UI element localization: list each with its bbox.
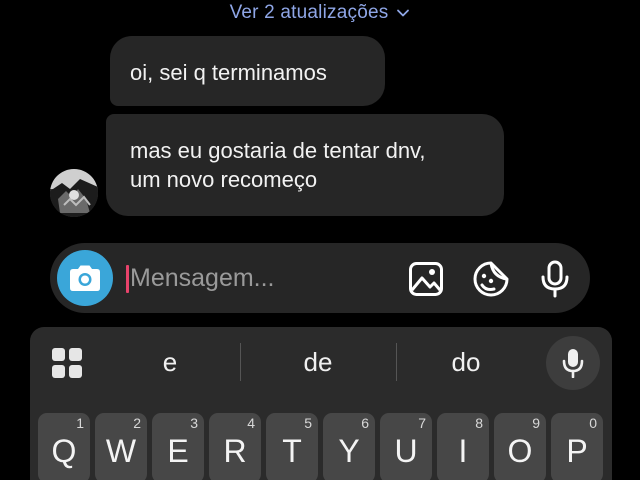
key-o[interactable]: 9 O [494, 413, 546, 480]
message-input[interactable] [130, 261, 430, 295]
key-letter: O [507, 433, 533, 469]
text-cursor [126, 265, 129, 293]
key-p[interactable]: 0 P [551, 413, 603, 480]
key-t[interactable]: 5 T [266, 413, 318, 480]
key-w[interactable]: 2 W [95, 413, 147, 480]
on-screen-keyboard: e de do 1 Q 2 W 3 E 4 R 5 T 6 Y 7 U 8 I … [30, 327, 612, 480]
key-letter: W [105, 433, 137, 469]
suggestion-word[interactable]: e [130, 343, 210, 381]
key-number: 5 [304, 415, 312, 431]
avatar-image [50, 169, 98, 217]
message-bubble[interactable]: oi, sei q terminamos [110, 36, 385, 106]
view-updates-link[interactable]: Ver 2 atualizações [0, 0, 640, 26]
key-i[interactable]: 8 I [437, 413, 489, 480]
key-r[interactable]: 4 R [209, 413, 261, 480]
key-letter: I [458, 433, 468, 469]
sticker-icon [473, 261, 509, 297]
key-number: 6 [361, 415, 369, 431]
message-text: um novo recomeço [130, 167, 318, 192]
keyboard-apps-button[interactable] [50, 346, 84, 380]
message-bubble[interactable]: mas eu gostaria de tentar dnv, um novo r… [106, 114, 504, 216]
chat-screen: Ver 2 atualizações oi, sei q terminamos … [0, 0, 640, 480]
suggestion-divider [240, 343, 241, 381]
key-q[interactable]: 1 Q [38, 413, 90, 480]
sticker-button[interactable] [471, 259, 511, 299]
suggestion-divider [396, 343, 397, 381]
key-letter: Q [51, 433, 77, 469]
key-number: 7 [418, 415, 426, 431]
key-letter: U [394, 433, 418, 469]
message-text: mas eu gostaria de tentar dnv, [130, 138, 426, 163]
key-number: 1 [76, 415, 84, 431]
camera-button[interactable] [57, 250, 113, 306]
suggestion-word[interactable]: do [426, 343, 506, 381]
suggestion-word[interactable]: de [278, 343, 358, 381]
key-letter: E [167, 433, 189, 469]
key-number: 8 [475, 415, 483, 431]
microphone-icon [541, 260, 569, 298]
message-text: oi, sei q terminamos [130, 60, 327, 85]
view-updates-label: Ver 2 atualizações [229, 2, 389, 23]
key-u[interactable]: 7 U [380, 413, 432, 480]
key-e[interactable]: 3 E [152, 413, 204, 480]
key-number: 9 [532, 415, 540, 431]
key-number: 0 [589, 415, 597, 431]
key-number: 2 [133, 415, 141, 431]
voice-message-button[interactable] [535, 259, 575, 299]
grid-icon [52, 348, 82, 378]
keyboard-voice-button[interactable] [546, 336, 600, 390]
key-letter: R [223, 433, 247, 469]
key-number: 3 [190, 415, 198, 431]
microphone-icon [562, 349, 584, 378]
key-letter: P [566, 433, 588, 469]
camera-icon [70, 265, 100, 291]
message-composer [50, 243, 590, 313]
contact-avatar[interactable] [50, 169, 98, 217]
key-y[interactable]: 6 Y [323, 413, 375, 480]
gallery-icon [409, 262, 443, 296]
key-number: 4 [247, 415, 255, 431]
key-letter: T [282, 433, 302, 469]
suggestion-bar: e de do [30, 327, 612, 397]
gallery-button[interactable] [406, 259, 446, 299]
key-letter: Y [338, 433, 360, 469]
chevron-down-icon [396, 6, 410, 20]
